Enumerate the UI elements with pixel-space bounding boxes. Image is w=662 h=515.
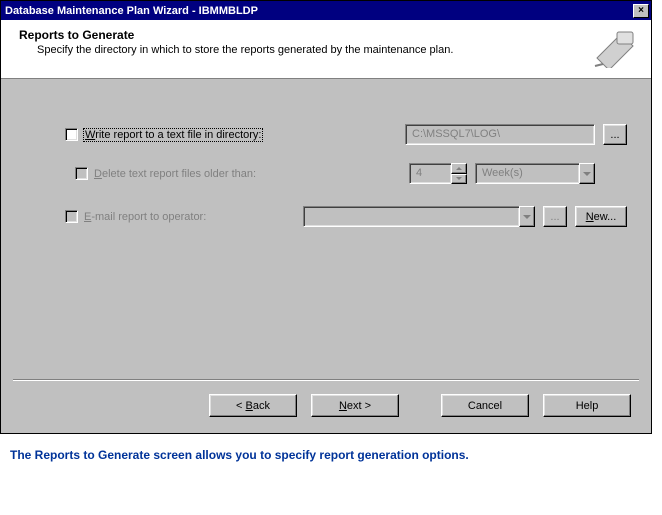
wizard-window: Database Maintenance Plan Wizard - IBMMB… [0,0,652,434]
close-icon[interactable]: × [633,4,649,18]
stepper-down-icon [451,174,467,185]
wizard-content: Write report to a text file in directory… [1,78,651,433]
cancel-button[interactable]: Cancel [441,394,529,417]
chevron-down-icon [519,206,535,227]
next-button[interactable]: Next > [311,394,399,417]
titlebar: Database Maintenance Plan Wizard - IBMMB… [1,1,651,20]
chevron-down-icon [579,163,595,184]
divider [13,379,639,381]
back-button[interactable]: < Back [209,394,297,417]
wizard-icon [591,28,639,68]
browse-directory-button[interactable]: ... [603,124,627,145]
help-button[interactable]: Help [543,394,631,417]
email-report-label: E-mail report to operator: [84,211,206,223]
email-report-checkbox [65,210,78,223]
page-subtitle: Specify the directory in which to store … [19,44,583,56]
report-directory-input[interactable]: C:\MSSQL7\LOG\ [405,124,595,145]
wizard-buttons: < Back Next > Cancel Help [209,394,631,417]
delete-older-label: Delete text report files older than: [94,168,256,180]
operator-select [303,206,535,227]
delete-older-unit-select: Week(s) [475,163,595,184]
figure-caption: The Reports to Generate screen allows yo… [0,434,662,468]
delete-older-value-stepper: 4 [409,163,467,184]
write-report-label[interactable]: Write report to a text file in directory… [83,128,263,142]
page-title: Reports to Generate [19,28,583,42]
wizard-header: Reports to Generate Specify the director… [1,20,651,78]
window-title: Database Maintenance Plan Wizard - IBMMB… [5,5,258,17]
delete-older-checkbox [75,167,88,180]
browse-operator-button: ... [543,206,567,227]
new-operator-button[interactable]: New... [575,206,627,227]
write-report-checkbox[interactable] [65,128,78,141]
stepper-up-icon [451,163,467,174]
